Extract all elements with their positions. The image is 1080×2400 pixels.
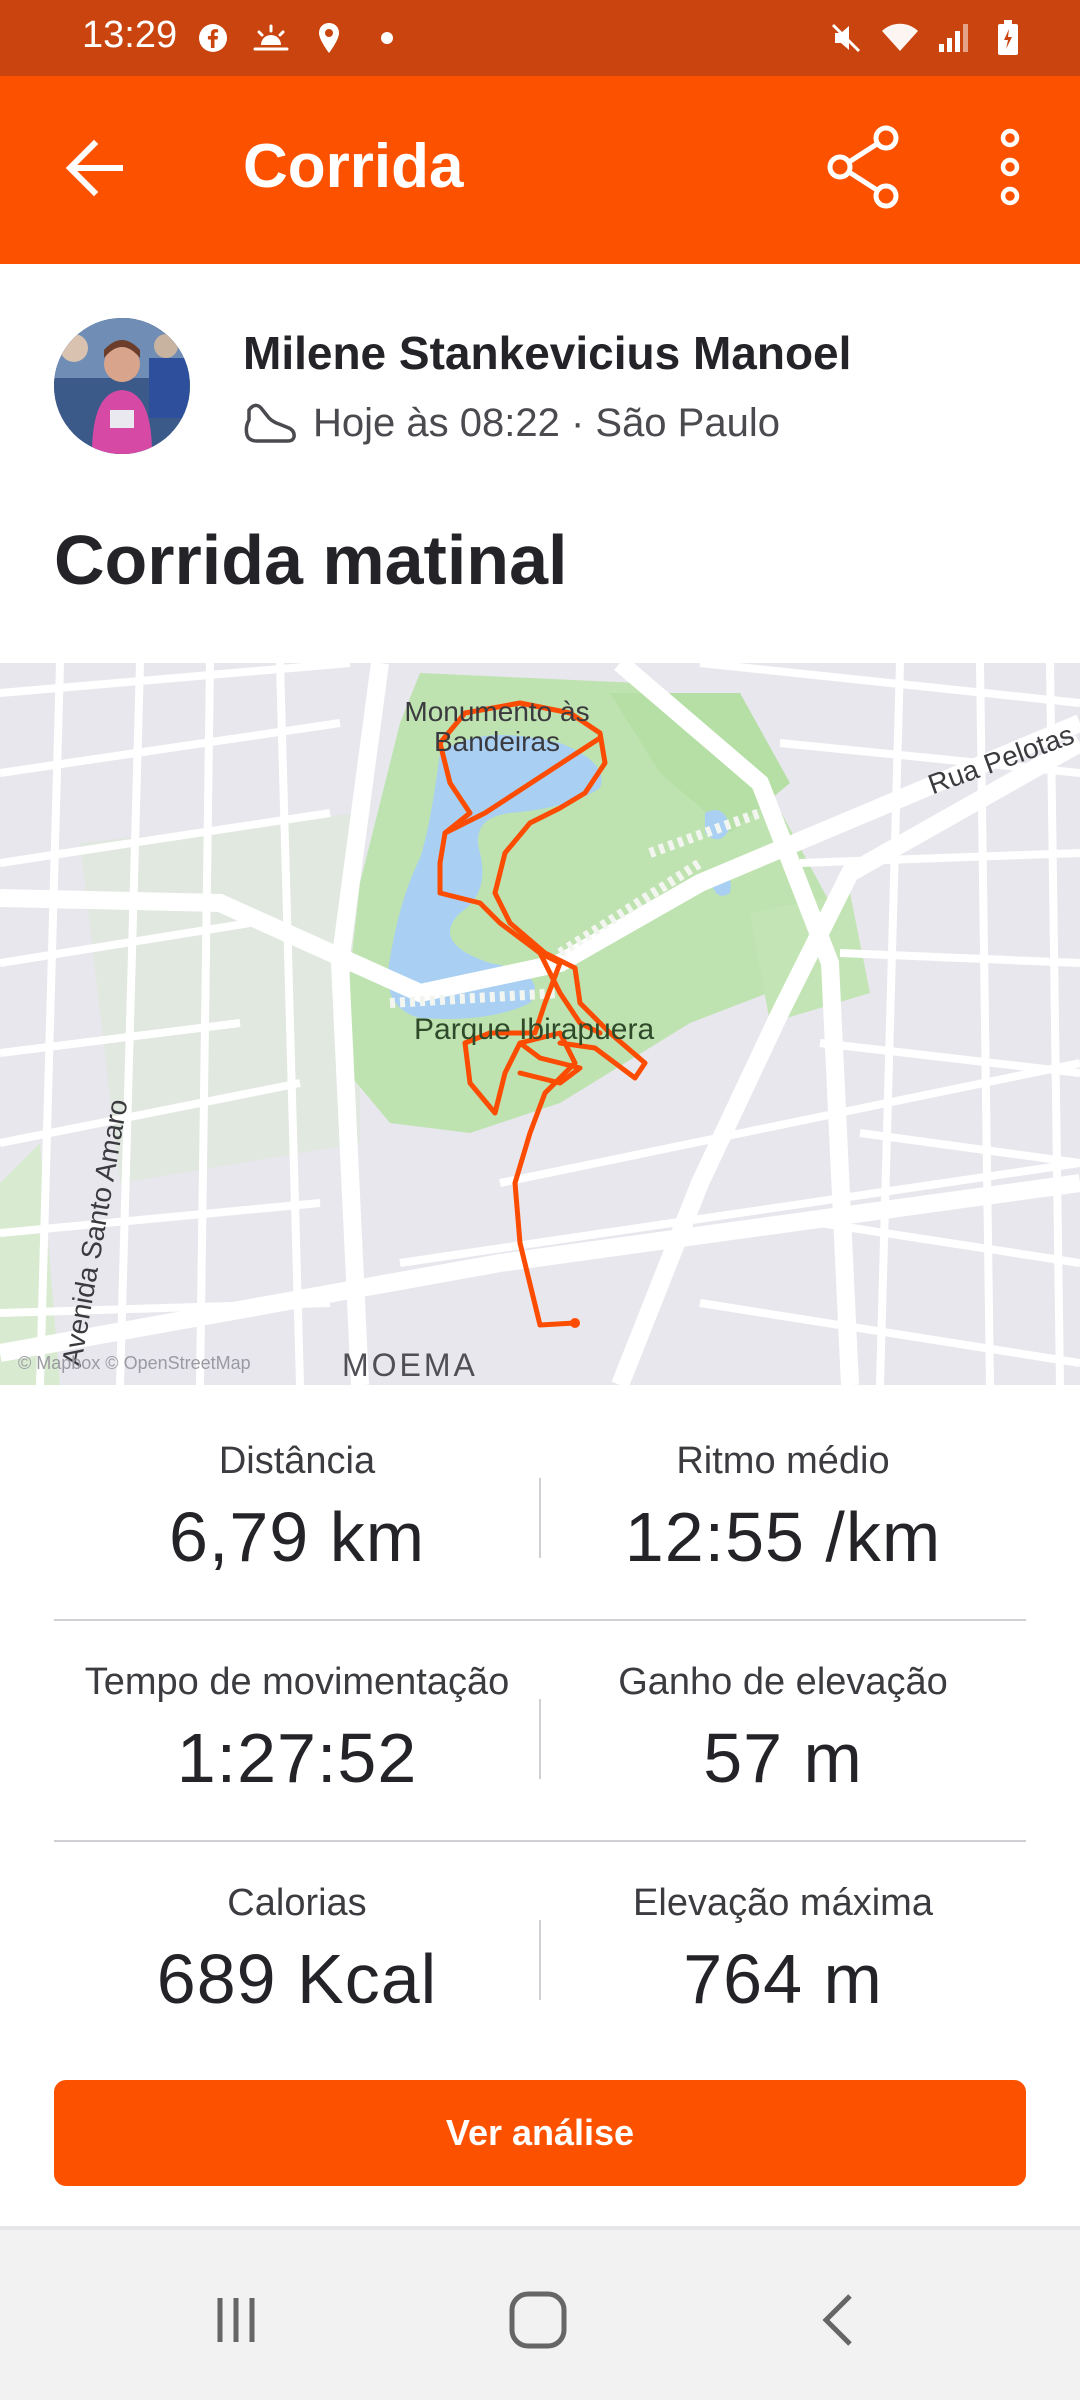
activity-title: Corrida matinal [54,521,568,599]
stat-label: Ritmo médio [676,1440,890,1482]
running-shoe-icon [244,403,296,443]
stat-max-elevation: Elevação máxima 764 m [540,1842,1026,2019]
stat-value: 12:55 /km [624,1498,942,1576]
home-icon [509,2291,567,2349]
back-button[interactable] [58,128,138,208]
stat-label: Distância [218,1440,376,1482]
battery-icon [988,18,1028,58]
wifi-icon [880,18,920,58]
stats-grid: Distância 6,79 km Ritmo médio 12:55 /km … [54,1400,1026,2061]
dot-icon [367,18,407,58]
avatar[interactable] [54,318,190,454]
back-icon [822,2294,852,2346]
stats-row: Calorias 689 Kcal Elevação máxima 764 m [54,1842,1026,2061]
status-icons-right [826,18,1028,58]
status-bar: 13:29 [0,0,1080,76]
stat-label: Ganho de elevação [618,1661,948,1703]
map-label-monument: Monumento às Bandeiras [404,696,590,757]
app-bar: Corrida [0,76,1080,264]
location-icon [309,18,349,58]
map-label-district: MOEMA [342,1347,478,1383]
stat-value: 764 m [683,1940,883,2018]
system-back-button[interactable] [790,2270,890,2370]
activity-meta: Hoje às 08:22 · São Paulo [243,400,780,446]
weather-icon [251,18,291,58]
stat-distance: Distância 6,79 km [54,1400,540,1577]
view-analysis-button[interactable]: Ver análise [54,2080,1026,2186]
status-icons-left [193,18,407,58]
stat-label: Tempo de movimentação [84,1661,510,1703]
page-title: Corrida [243,132,464,201]
stats-row: Distância 6,79 km Ritmo médio 12:55 /km [54,1400,1026,1621]
stats-row: Tempo de movimentação 1:27:52 Ganho de e… [54,1621,1026,1842]
arrow-left-icon [65,139,123,197]
stat-label: Calorias [227,1882,367,1924]
activity-datetime-location: Hoje às 08:22 · São Paulo [313,400,780,445]
more-vertical-icon [1000,128,1020,206]
stat-moving-time: Tempo de movimentação 1:27:52 [54,1621,540,1798]
system-nav-bar [0,2230,1080,2400]
home-button[interactable] [488,2270,588,2370]
map-attribution[interactable]: © Mapbox © OpenStreetMap [18,1353,251,1374]
signal-icon [934,18,974,58]
mute-icon [826,18,866,58]
stat-label: Elevação máxima [633,1882,933,1924]
share-icon [827,125,899,209]
recent-apps-icon [217,2298,255,2342]
stat-elevation-gain: Ganho de elevação 57 m [540,1621,1026,1798]
status-time: 13:29 [82,14,178,56]
facebook-icon [193,18,233,58]
recent-apps-button[interactable] [186,2270,286,2370]
share-button[interactable] [820,122,910,212]
more-options-button[interactable] [985,122,1035,212]
stat-value: 57 m [703,1719,863,1797]
route-map[interactable]: Monumento às Bandeiras Parque Ibirapuera… [0,663,1080,1385]
stat-pace: Ritmo médio 12:55 /km [540,1400,1026,1577]
athlete-name[interactable]: Milene Stankevicius Manoel [243,326,851,380]
stat-value: 689 Kcal [156,1940,438,2018]
stat-value: 1:27:52 [176,1719,418,1797]
stat-calories: Calorias 689 Kcal [54,1842,540,2019]
stat-value: 6,79 km [169,1498,425,1576]
map-label-park: Parque Ibirapuera [414,1013,655,1046]
